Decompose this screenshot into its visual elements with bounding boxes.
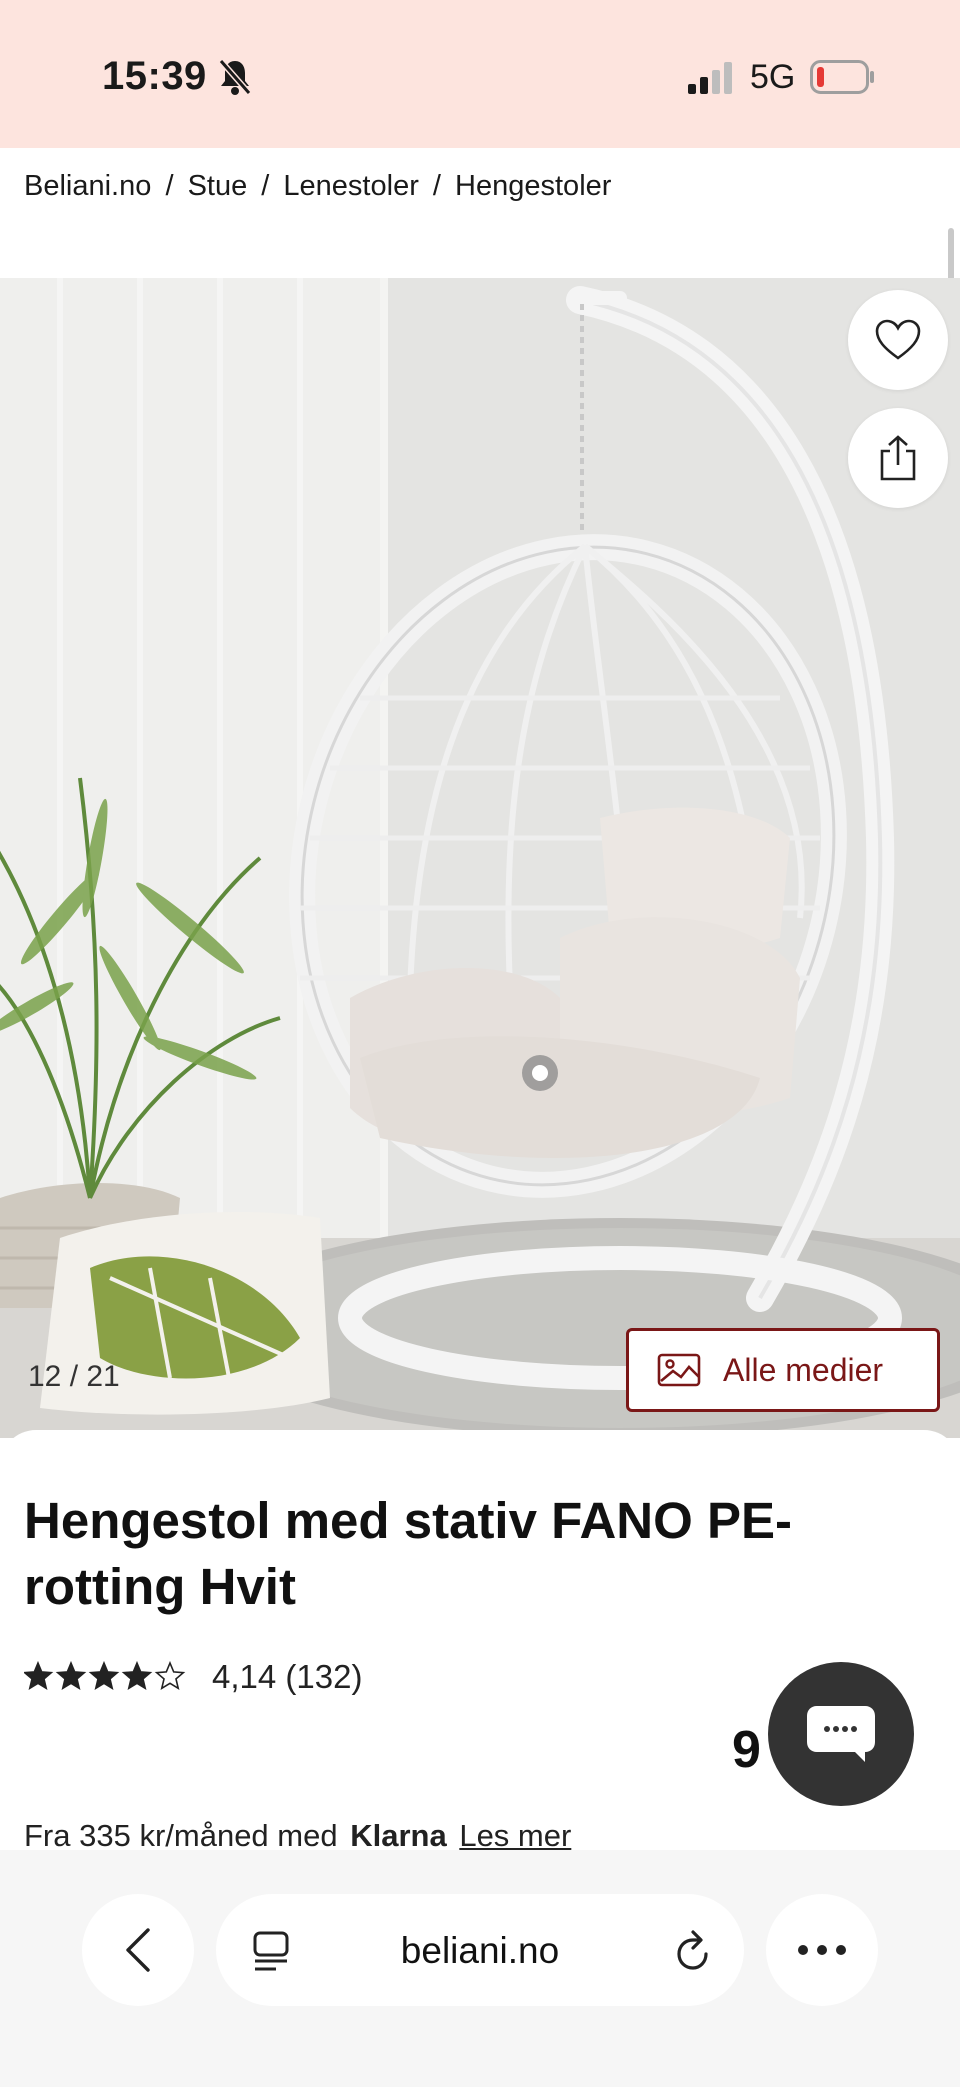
rating-stars	[24, 1661, 186, 1691]
rating-row[interactable]: 4,14 (132)	[24, 1658, 362, 1696]
klarna-financing: Fra 335 kr/måned med Klarna Les mer	[24, 1818, 571, 1854]
bell-slash-icon	[218, 59, 252, 95]
klarna-prefix: Fra 335 kr/måned med	[24, 1818, 338, 1853]
back-icon	[126, 1928, 150, 1972]
klarna-logo: Klarna	[350, 1818, 447, 1853]
product-info-panel: Hengestol med stativ FANO PE-rotting Hvi…	[0, 1430, 960, 1853]
more-button[interactable]	[766, 1894, 878, 2006]
address-text: beliani.no	[400, 1930, 560, 1971]
breadcrumb-item-home[interactable]: Beliani.no	[24, 170, 151, 202]
gallery-counter: 12 / 21	[28, 1360, 120, 1393]
breadcrumb-separator: /	[432, 170, 441, 202]
chat-button[interactable]	[768, 1662, 914, 1806]
star-filled-icon	[88, 1661, 120, 1691]
star-filled-icon	[121, 1661, 153, 1691]
star-filled-icon	[24, 1661, 54, 1691]
product-image-gallery[interactable]: 12 / 21 Alle medier	[0, 278, 960, 1438]
back-button[interactable]	[82, 1894, 194, 2006]
browser-toolbar: beliani.no	[0, 1850, 960, 2087]
more-icon	[798, 1945, 846, 1955]
breadcrumb: Beliani.no / Stue / Lenestoler / Hengest…	[24, 170, 611, 203]
chat-icon	[807, 1706, 875, 1762]
breadcrumb-separator: /	[165, 170, 174, 202]
rating-text: 4,14 (132)	[212, 1658, 363, 1695]
reload-icon[interactable]	[674, 1928, 714, 1972]
product-title: Hengestol med stativ FANO PE-rotting Hvi…	[24, 1492, 792, 1615]
status-bar: 15:39 5G	[0, 0, 960, 148]
klarna-read-more-link[interactable]: Les mer	[459, 1818, 571, 1853]
address-bar[interactable]: beliani.no	[216, 1894, 744, 2006]
network-label: 5G	[750, 58, 796, 96]
share-button[interactable]	[848, 408, 948, 508]
breadcrumb-item-hengestoler[interactable]: Hengestoler	[455, 170, 611, 202]
signal-icon	[688, 62, 732, 94]
favorite-button[interactable]	[848, 290, 948, 390]
star-empty-icon	[154, 1661, 186, 1691]
breadcrumb-item-lenestoler[interactable]: Lenestoler	[283, 170, 418, 202]
price-visible: 9	[732, 1721, 761, 1779]
status-time: 15:39	[102, 54, 207, 98]
share-icon	[880, 435, 916, 481]
image-icon	[657, 1353, 701, 1387]
all-media-label: Alle medier	[723, 1351, 884, 1388]
battery-icon	[810, 60, 874, 94]
star-filled-icon	[55, 1661, 87, 1691]
breadcrumb-item-stue[interactable]: Stue	[188, 170, 248, 202]
product-image	[0, 278, 960, 1438]
breadcrumb-separator: /	[261, 170, 270, 202]
heart-icon	[875, 319, 921, 360]
all-media-button[interactable]: Alle medier	[626, 1328, 940, 1412]
